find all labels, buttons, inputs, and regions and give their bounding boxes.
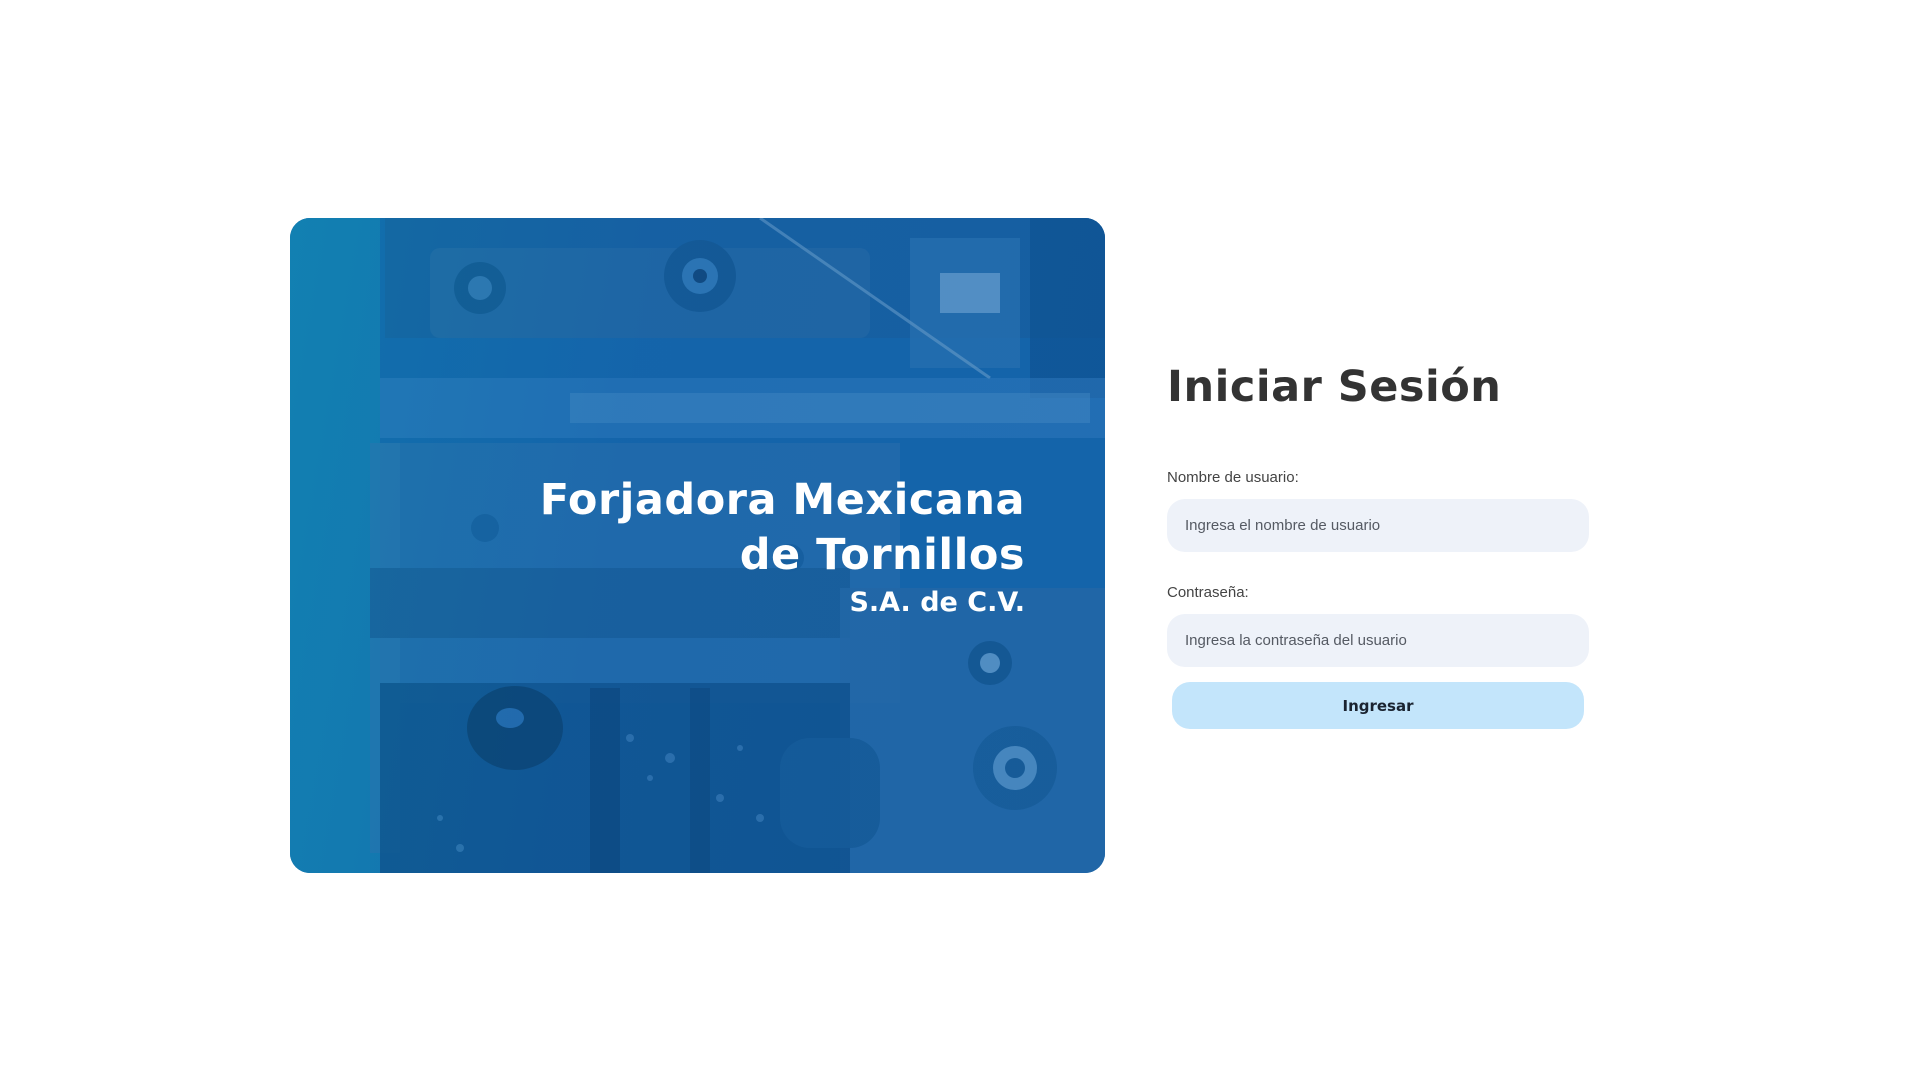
login-form: Iniciar Sesión Nombre de usuario: Contra…: [1167, 355, 1592, 729]
password-field-group: Contraseña:: [1167, 584, 1592, 667]
password-label: Contraseña:: [1167, 584, 1249, 601]
hero-image-panel: Forjadora Mexicana de Tornillos S.A. de …: [290, 218, 1105, 873]
password-input[interactable]: [1167, 614, 1589, 667]
login-submit-button[interactable]: Ingresar: [1172, 682, 1584, 729]
username-field-group: Nombre de usuario:: [1167, 469, 1592, 552]
company-legal-suffix: S.A. de C.V.: [849, 587, 1025, 618]
username-input[interactable]: [1167, 499, 1589, 552]
company-branding: Forjadora Mexicana de Tornillos S.A. de …: [465, 473, 1025, 621]
username-label: Nombre de usuario:: [1167, 469, 1299, 486]
login-title: Iniciar Sesión: [1167, 362, 1502, 412]
login-page: Forjadora Mexicana de Tornillos S.A. de …: [0, 0, 1920, 1080]
company-name: Forjadora Mexicana de Tornillos: [539, 475, 1025, 580]
